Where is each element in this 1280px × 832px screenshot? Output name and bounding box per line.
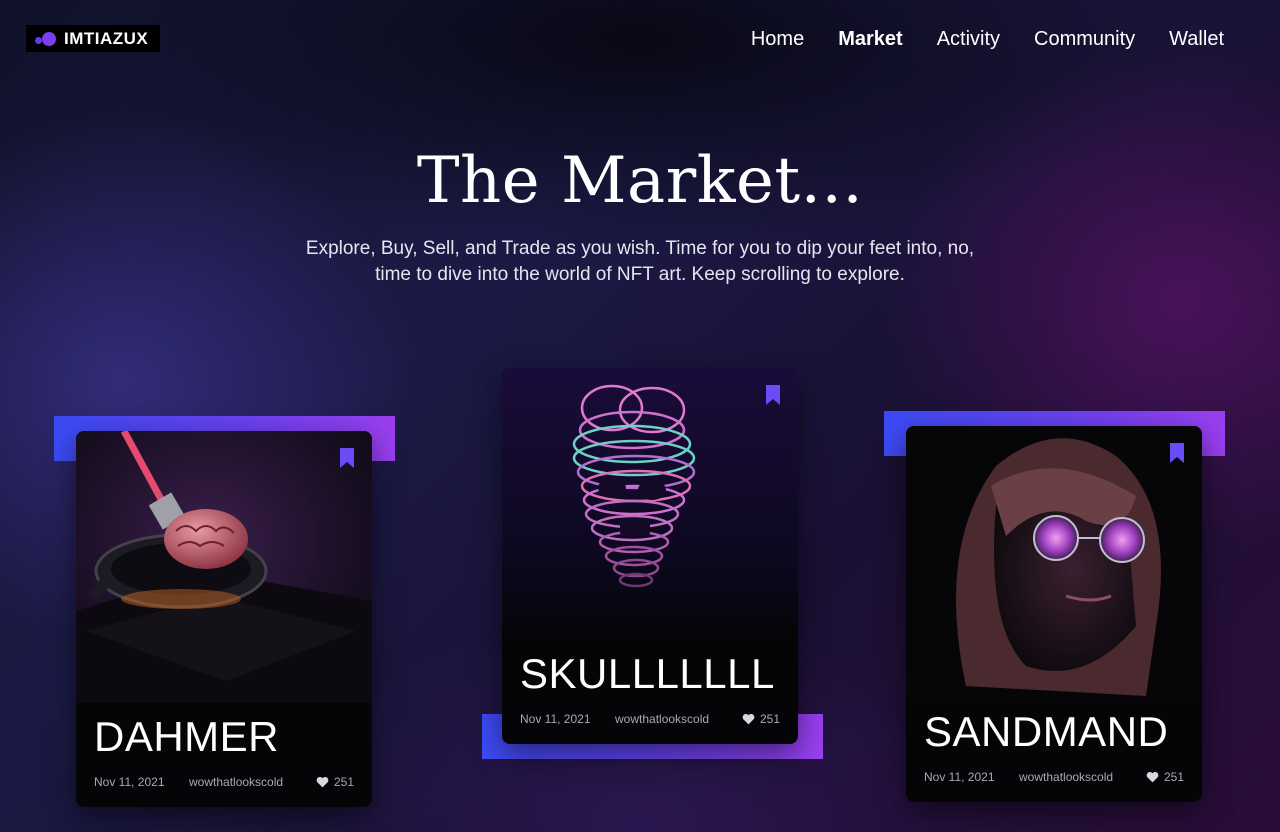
page-subtitle: Explore, Buy, Sell, and Trade as you wis… — [305, 238, 975, 285]
card-title: DAHMER — [94, 713, 280, 760]
card-likes[interactable]: 251 — [316, 775, 354, 789]
nft-card-sandmand[interactable]: SANDMAND Nov 11, 2021 wowthatlookscold 2… — [906, 426, 1202, 802]
brain-in-pan-icon — [76, 431, 372, 703]
card-likes-count: 251 — [333, 775, 354, 789]
heart-icon — [316, 776, 329, 788]
card-likes[interactable]: 251 — [742, 712, 780, 726]
card-meta: Nov 11, 2021 wowthatlookscold 251 — [94, 775, 354, 789]
card-likes-count: 251 — [759, 712, 780, 726]
brand-logo[interactable]: IMTIAZUX — [26, 25, 160, 52]
bookmark-icon[interactable] — [1170, 443, 1184, 463]
nav-wallet[interactable]: Wallet — [1169, 28, 1224, 51]
nav-home[interactable]: Home — [751, 28, 804, 51]
card-title: SKULLLLLLL — [520, 650, 775, 697]
card-likes-count: 251 — [1163, 770, 1184, 784]
card-likes[interactable]: 251 — [1146, 770, 1184, 784]
nft-card-skull[interactable]: SKULLLLLLL Nov 11, 2021 wowthatlookscold… — [502, 368, 798, 744]
logo-mark-icon — [34, 31, 58, 47]
page-title: The Market... — [416, 144, 864, 218]
card-date: Nov 11, 2021 — [94, 775, 165, 789]
nav-activity[interactable]: Activity — [937, 28, 1000, 51]
bookmark-icon[interactable] — [766, 385, 780, 405]
card-title: SANDMAND — [924, 708, 1169, 755]
card-date: Nov 11, 2021 — [924, 770, 995, 784]
card-user[interactable]: wowthatlookscold — [615, 712, 742, 726]
brand-name: IMTIAZUX — [64, 28, 149, 48]
nav-market[interactable]: Market — [838, 28, 902, 51]
bookmark-icon[interactable] — [340, 448, 354, 468]
card-user[interactable]: wowthatlookscold — [1019, 770, 1146, 784]
main-nav: Home Market Activity Community Wallet — [751, 28, 1224, 51]
heart-icon — [742, 713, 755, 725]
card-date: Nov 11, 2021 — [520, 712, 591, 726]
face-with-glasses-icon — [906, 426, 1202, 698]
card-meta: Nov 11, 2021 wowthatlookscold 251 — [924, 770, 1184, 784]
card-user[interactable]: wowthatlookscold — [189, 775, 316, 789]
nav-community[interactable]: Community — [1034, 28, 1135, 51]
nft-card-dahmer[interactable]: DAHMER Nov 11, 2021 wowthatlookscold 251 — [76, 431, 372, 807]
skull-icon — [502, 368, 798, 636]
card-meta: Nov 11, 2021 wowthatlookscold 251 — [520, 712, 780, 726]
heart-icon — [1146, 771, 1159, 783]
